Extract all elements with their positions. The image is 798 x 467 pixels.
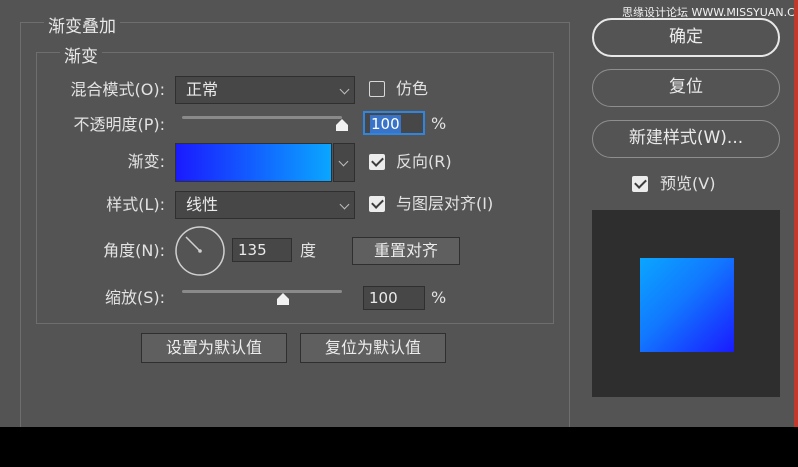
align-layer-checkbox[interactable] — [369, 196, 385, 212]
gradient-swatch[interactable] — [175, 143, 332, 182]
gradient-label: 渐变: — [127, 152, 165, 171]
blend-mode-label: 混合模式(O): — [70, 80, 165, 99]
style-value: 线性 — [186, 195, 219, 214]
reverse-checkbox[interactable] — [369, 154, 385, 170]
reset-alignment-button[interactable]: 重置对齐 — [352, 237, 460, 265]
reset-button[interactable]: 复位 — [592, 69, 780, 107]
blend-mode-value: 正常 — [186, 80, 219, 99]
opacity-slider-track[interactable] — [182, 116, 342, 119]
scale-slider-track[interactable] — [182, 290, 342, 293]
chevron-down-icon — [339, 84, 350, 95]
angle-input[interactable]: 135 — [232, 238, 292, 262]
group-title-gradient: 渐变 — [60, 42, 102, 67]
style-select[interactable]: 线性 — [175, 191, 355, 219]
dither-checkbox[interactable] — [369, 81, 385, 97]
angle-dial[interactable] — [174, 225, 226, 277]
gradient-overlay-dialog: 思缘设计论坛 WWW.MISSYUAN.COM 渐变叠加 渐变 混合模式(O):… — [0, 0, 798, 427]
chevron-down-icon — [338, 156, 349, 167]
style-preview — [592, 210, 780, 397]
scale-unit: % — [431, 288, 447, 307]
preview-swatch — [640, 258, 734, 352]
scale-label: 缩放(S): — [104, 288, 165, 307]
opacity-label: 不透明度(P): — [73, 115, 165, 134]
bottom-black-bar — [0, 427, 798, 467]
dither-label: 仿色 — [396, 79, 429, 98]
opacity-unit: % — [431, 114, 447, 133]
style-label: 样式(L): — [106, 195, 165, 214]
blend-mode-select[interactable]: 正常 — [175, 76, 355, 104]
angle-unit: 度 — [300, 241, 317, 260]
angle-value: 135 — [238, 241, 267, 259]
reset-default-button[interactable]: 复位为默认值 — [300, 333, 446, 363]
window-edge — [794, 0, 798, 427]
gradient-picker-button[interactable] — [333, 143, 355, 182]
reverse-label: 反向(R) — [396, 152, 452, 171]
preview-checkbox[interactable] — [632, 176, 648, 192]
ok-button[interactable]: 确定 — [592, 18, 780, 57]
opacity-input[interactable]: 100 — [363, 111, 425, 135]
align-layer-label: 与图层对齐(I) — [396, 194, 494, 213]
scale-input[interactable]: 100 — [363, 286, 425, 310]
opacity-value: 100 — [370, 115, 401, 133]
set-default-button[interactable]: 设置为默认值 — [141, 333, 287, 363]
angle-label: 角度(N): — [103, 241, 165, 260]
scale-value: 100 — [369, 289, 398, 307]
group-title-gradient-overlay: 渐变叠加 — [44, 12, 120, 37]
chevron-down-icon — [339, 199, 350, 210]
preview-label: 预览(V) — [660, 174, 716, 193]
new-style-button[interactable]: 新建样式(W)... — [592, 120, 780, 158]
